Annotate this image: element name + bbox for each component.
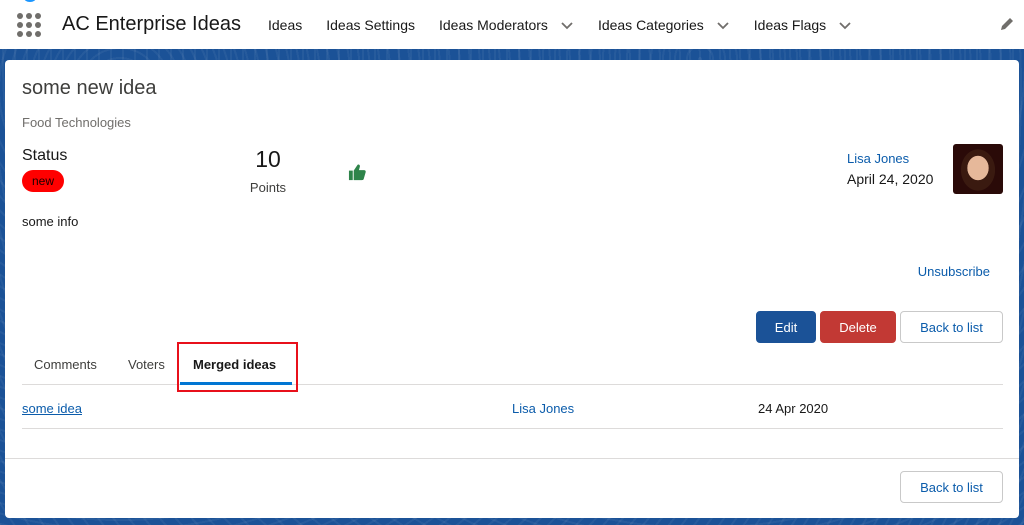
delete-button[interactable]: Delete xyxy=(820,311,896,343)
nav-item-label: Ideas Moderators xyxy=(438,16,548,33)
nav-item-ideas[interactable]: Ideas xyxy=(256,0,314,49)
status-badge: new xyxy=(22,170,64,192)
waffle-icon[interactable] xyxy=(17,13,41,37)
edit-button[interactable]: Edit xyxy=(756,311,816,343)
unsubscribe-link[interactable]: Unsubscribe xyxy=(918,264,990,279)
nav-item-label: Ideas Flags xyxy=(753,16,827,33)
accent-dot xyxy=(24,0,36,2)
nav-bar: Ideas Ideas Settings Ideas Moderators Id… xyxy=(256,0,864,49)
idea-category: Food Technologies xyxy=(22,115,131,130)
nav-item-label: Ideas xyxy=(268,16,303,33)
global-header: AC Enterprise Ideas Ideas Ideas Settings… xyxy=(0,0,1024,49)
nav-item-ideas-settings[interactable]: Ideas Settings xyxy=(314,0,427,49)
nav-item-label: Ideas Categories xyxy=(597,16,704,33)
chevron-down-icon[interactable] xyxy=(838,18,852,32)
avatar xyxy=(953,144,1003,194)
pencil-icon[interactable] xyxy=(999,16,1015,32)
app-name: AC Enterprise Ideas xyxy=(62,13,241,35)
nav-item-ideas-categories[interactable]: Ideas Categories xyxy=(586,0,742,49)
points-value: 10 xyxy=(255,146,281,172)
idea-date: April 24, 2020 xyxy=(847,171,934,187)
merged-idea-link[interactable]: some idea xyxy=(22,401,82,416)
merged-idea-author-link[interactable]: Lisa Jones xyxy=(512,401,574,416)
table-row: some idea Lisa Jones 24 Apr 2020 xyxy=(22,386,1003,429)
tab-comments[interactable]: Comments xyxy=(34,357,97,372)
back-to-list-button[interactable]: Back to list xyxy=(900,311,1003,343)
idea-body: some info xyxy=(22,214,79,229)
tab-bar: Comments Voters Merged ideas xyxy=(22,343,1003,385)
status-label: Status xyxy=(22,147,68,164)
idea-detail-card: some new idea Food Technologies Status n… xyxy=(5,60,1019,518)
nav-item-ideas-flags[interactable]: Ideas Flags xyxy=(742,0,864,49)
chevron-down-icon[interactable] xyxy=(716,18,730,32)
divider xyxy=(5,458,1019,459)
idea-title: some new idea xyxy=(22,77,157,99)
back-to-list-button-footer[interactable]: Back to list xyxy=(900,471,1003,503)
points-label: Points xyxy=(249,180,287,195)
nav-item-label: Ideas Settings xyxy=(326,16,415,33)
nav-item-ideas-moderators[interactable]: Ideas Moderators xyxy=(427,0,586,49)
chevron-down-icon[interactable] xyxy=(560,18,574,32)
merged-idea-date: 24 Apr 2020 xyxy=(758,401,829,416)
highlight-box xyxy=(177,342,298,392)
thumbs-up-icon[interactable] xyxy=(348,163,367,182)
author-link[interactable]: Lisa Jones xyxy=(847,151,909,166)
tab-voters[interactable]: Voters xyxy=(128,357,165,372)
